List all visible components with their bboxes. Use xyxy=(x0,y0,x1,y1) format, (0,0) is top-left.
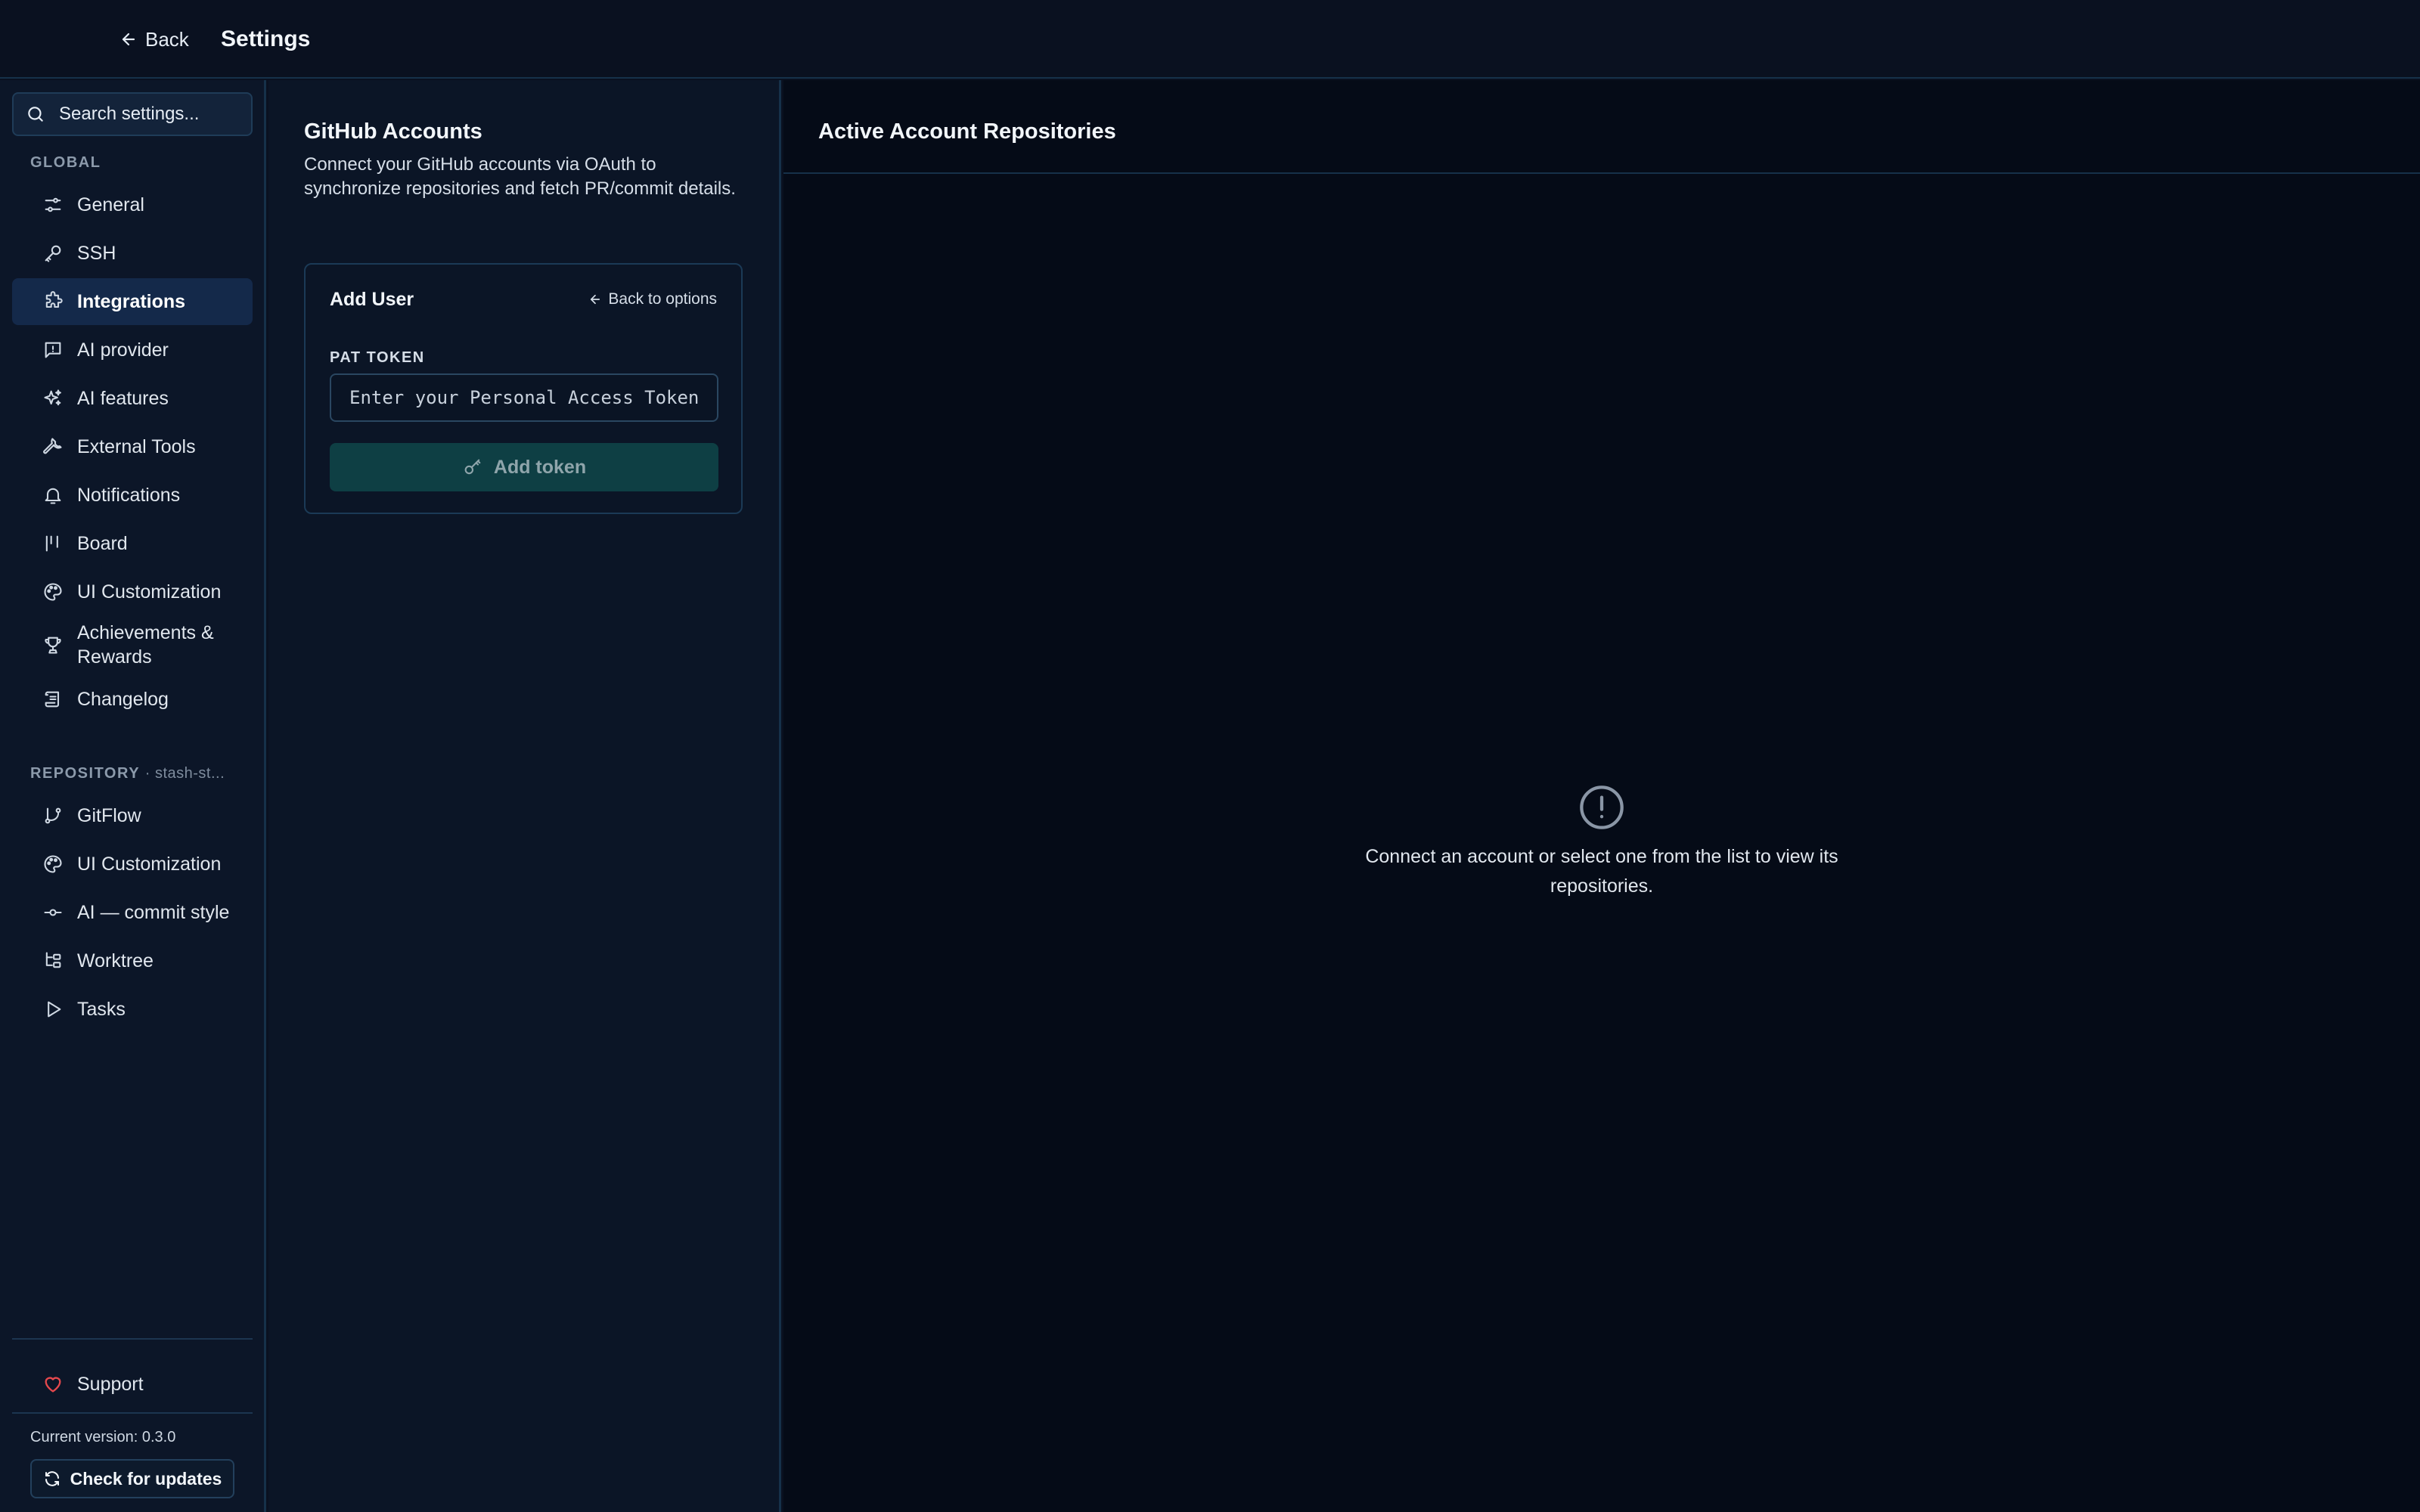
sidebar-item-changelog[interactable]: Changelog xyxy=(12,676,253,723)
alert-circle-icon xyxy=(1578,783,1626,832)
pat-token-input[interactable] xyxy=(330,373,718,422)
empty-state-message: Connect an account or select one from th… xyxy=(1365,846,1838,897)
key-icon xyxy=(462,457,483,478)
sidebar-item-label: Integrations xyxy=(77,290,186,312)
sidebar-item-label: Changelog xyxy=(77,688,169,710)
search-icon xyxy=(26,104,45,124)
heart-icon xyxy=(42,1374,64,1395)
scroll-icon xyxy=(42,689,64,710)
repositories-header: Active Account Repositories xyxy=(783,80,2420,174)
sidebar-item-label: SSH xyxy=(77,242,116,264)
sidebar-item-ai-provider[interactable]: AI provider xyxy=(12,327,253,373)
panel-description: Connect your GitHub accounts via OAuth t… xyxy=(304,154,736,199)
sidebar-item-label: Support xyxy=(77,1373,144,1395)
repositories-panel: Active Account Repositories Connect an a… xyxy=(783,80,2420,1512)
sidebar-divider xyxy=(12,1412,253,1414)
back-to-options-link[interactable]: Back to options xyxy=(588,290,717,308)
panel-title: GitHub Accounts xyxy=(304,119,482,144)
settings-sidebar: GLOBAL General SSH Integrations AI provi… xyxy=(0,80,266,1512)
global-section-label: GLOBAL xyxy=(30,154,101,171)
sidebar-item-label: Achievements & Rewards xyxy=(77,622,214,668)
search-input[interactable] xyxy=(59,104,233,125)
repositories-title: Active Account Repositories xyxy=(818,119,1116,144)
sliders-icon xyxy=(42,194,64,215)
sidebar-item-ai-features[interactable]: AI features xyxy=(12,375,253,422)
trophy-icon xyxy=(42,634,64,655)
sidebar-item-label: GitFlow xyxy=(77,804,141,826)
arrow-left-icon xyxy=(588,293,602,306)
repository-name: · stash-st... xyxy=(144,765,225,782)
puzzle-icon xyxy=(42,291,64,312)
check-updates-label: Check for updates xyxy=(70,1468,222,1489)
top-bar: Back Settings xyxy=(0,0,2420,79)
back-to-options-label: Back to options xyxy=(608,290,717,308)
sidebar-item-board[interactable]: Board xyxy=(12,520,253,567)
worktree-icon xyxy=(42,950,64,971)
sidebar-item-label: AI — commit style xyxy=(77,901,230,923)
palette-icon xyxy=(42,581,64,603)
add-user-card: Add User Back to options PAT TOKEN Add t… xyxy=(304,263,743,514)
add-token-label: Add token xyxy=(493,456,587,478)
wrench-icon xyxy=(42,436,64,457)
key-icon xyxy=(42,243,64,264)
sidebar-divider xyxy=(12,1338,253,1340)
pat-token-label: PAT TOKEN xyxy=(330,349,425,366)
sidebar-item-achievements[interactable]: Achievements & Rewards xyxy=(12,615,253,674)
sidebar-item-label: AI provider xyxy=(77,339,169,361)
play-icon xyxy=(42,999,64,1020)
sidebar-item-gitflow[interactable]: GitFlow xyxy=(12,792,253,839)
arrow-left-icon xyxy=(119,30,138,48)
sidebar-item-ssh[interactable]: SSH xyxy=(12,230,253,277)
board-icon xyxy=(42,533,64,554)
sidebar-item-external-tools[interactable]: External Tools xyxy=(12,423,253,470)
message-icon xyxy=(42,339,64,361)
card-title: Add User xyxy=(330,289,414,310)
sidebar-item-commit-style[interactable]: AI — commit style xyxy=(12,889,253,936)
search-box[interactable] xyxy=(12,92,253,136)
sidebar-item-general[interactable]: General xyxy=(12,181,253,228)
sidebar-item-label: Tasks xyxy=(77,998,126,1020)
sidebar-item-label: Worktree xyxy=(77,950,154,971)
palette-icon xyxy=(42,854,64,875)
sidebar-item-label: General xyxy=(77,194,144,215)
sidebar-item-notifications[interactable]: Notifications xyxy=(12,472,253,519)
version-text: Current version: 0.3.0 xyxy=(30,1429,176,1445)
refresh-icon xyxy=(43,1470,61,1488)
sidebar-item-label: UI Customization xyxy=(77,853,222,875)
page-title: Settings xyxy=(221,26,311,51)
back-label: Back xyxy=(145,27,189,51)
sidebar-item-label: Notifications xyxy=(77,484,181,506)
sidebar-item-support[interactable]: Support xyxy=(12,1361,253,1408)
add-token-button[interactable]: Add token xyxy=(330,443,718,491)
sidebar-item-repo-ui-customization[interactable]: UI Customization xyxy=(12,841,253,888)
git-commit-icon xyxy=(42,902,64,923)
sidebar-item-ui-customization[interactable]: UI Customization xyxy=(12,569,253,615)
sidebar-item-label: UI Customization xyxy=(77,581,222,603)
back-button[interactable]: Back xyxy=(119,24,189,54)
sidebar-item-label: Board xyxy=(77,532,128,554)
git-branch-icon xyxy=(42,805,64,826)
sidebar-item-integrations[interactable]: Integrations xyxy=(12,278,253,325)
sidebar-item-label: AI features xyxy=(77,387,169,409)
sparkles-icon xyxy=(42,388,64,409)
check-updates-button[interactable]: Check for updates xyxy=(30,1459,234,1498)
repository-section-label: REPOSITORY · stash-st... xyxy=(30,765,225,782)
sidebar-item-worktree[interactable]: Worktree xyxy=(12,937,253,984)
bell-icon xyxy=(42,485,64,506)
github-accounts-panel: GitHub Accounts Connect your GitHub acco… xyxy=(268,80,781,1512)
sidebar-item-tasks[interactable]: Tasks xyxy=(12,986,253,1033)
sidebar-item-label: External Tools xyxy=(77,435,196,457)
